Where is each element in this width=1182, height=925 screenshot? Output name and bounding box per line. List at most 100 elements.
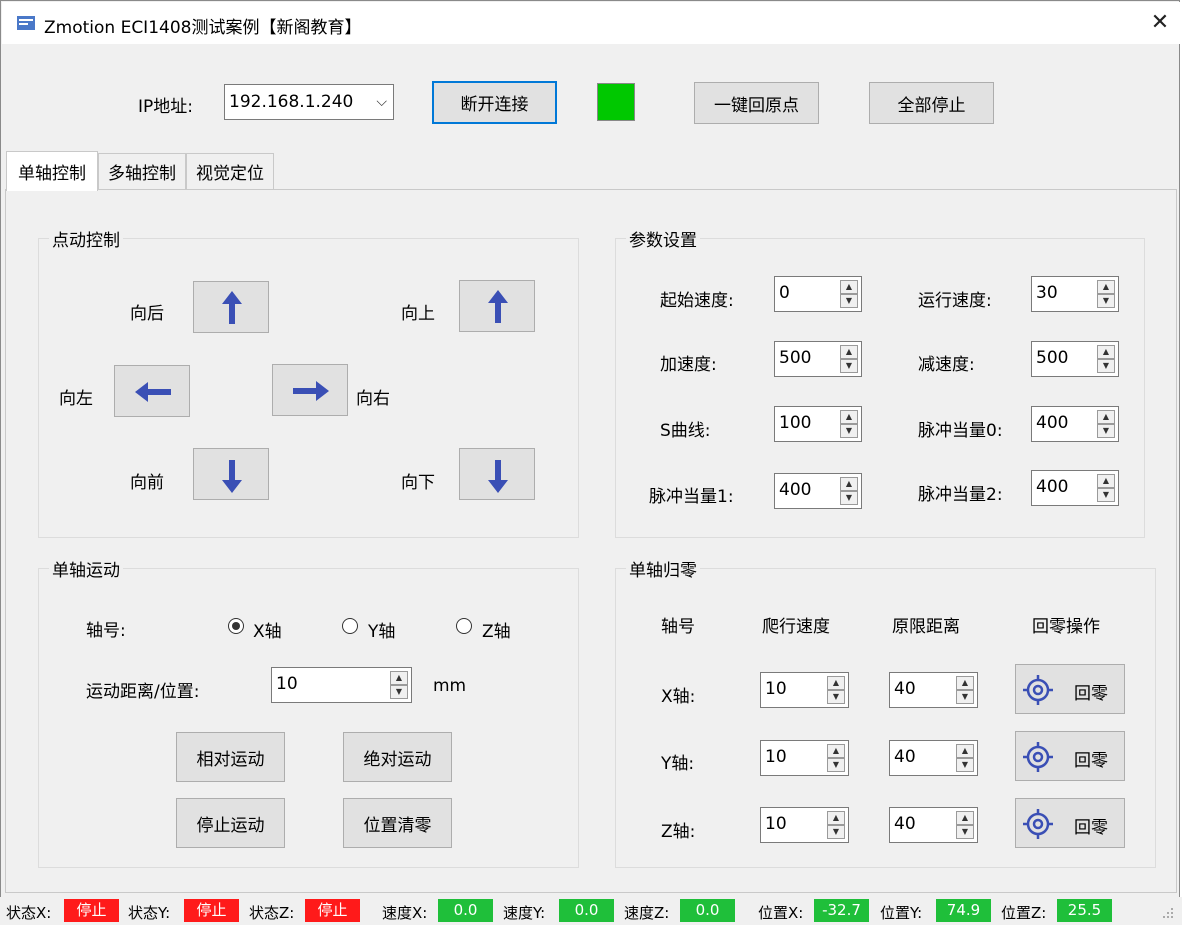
accel-spinbox[interactable]: 500 ▲ ▼ [774, 341, 862, 377]
pos-z-label: 位置Z: [1001, 904, 1047, 922]
spin-up-icon[interactable]: ▲ [1097, 474, 1115, 488]
spin-value: 400 [1036, 477, 1069, 497]
distance-unit: mm [433, 676, 467, 696]
spin-up-icon[interactable]: ▲ [840, 345, 858, 359]
jog-back-button[interactable] [193, 281, 269, 333]
spin-up-icon[interactable]: ▲ [840, 477, 858, 491]
jog-up-button[interactable] [459, 280, 535, 332]
axis-z-radio[interactable] [456, 618, 472, 634]
state-z-badge: 停止 [305, 899, 360, 922]
spin-up-icon[interactable]: ▲ [840, 410, 858, 424]
spin-value: 40 [894, 679, 916, 699]
jog-up-label: 向上 [401, 304, 435, 324]
decel-spinbox[interactable]: 500 ▲ ▼ [1031, 341, 1119, 377]
distance-spinbox[interactable]: 10 ▲ ▼ [271, 667, 412, 703]
stop-all-button[interactable]: 全部停止 [869, 82, 994, 124]
disconnect-button[interactable]: 断开连接 [432, 81, 557, 124]
spin-down-icon[interactable]: ▼ [956, 690, 974, 704]
arrow-down-icon [488, 460, 508, 493]
spin-up-icon[interactable]: ▲ [956, 811, 974, 825]
resize-grip-icon[interactable] [1160, 905, 1174, 919]
relative-move-button[interactable]: 相对运动 [176, 732, 285, 782]
spin-down-icon[interactable]: ▼ [1097, 359, 1115, 373]
tab-vision[interactable]: 视觉定位 [186, 153, 274, 189]
spin-up-icon[interactable]: ▲ [827, 744, 845, 758]
spin-down-icon[interactable]: ▼ [956, 825, 974, 839]
spin-up-icon[interactable]: ▲ [827, 811, 845, 825]
axis-y-label[interactable]: Y轴 [368, 617, 395, 642]
run-speed-spinbox[interactable]: 30 ▲ ▼ [1031, 276, 1119, 312]
home-z-button[interactable]: 回零 [1015, 798, 1125, 848]
axis-y-radio[interactable] [342, 618, 358, 634]
spin-value: 400 [1036, 413, 1069, 433]
spin-down-icon[interactable]: ▼ [1097, 488, 1115, 502]
pulse-equiv-2-spinbox[interactable]: 400 ▲ ▼ [1031, 470, 1119, 506]
radio-dot [232, 622, 240, 630]
spin-down-icon[interactable]: ▼ [827, 758, 845, 772]
arrow-up-icon [222, 291, 242, 324]
pulse-equiv-0-spinbox[interactable]: 400 ▲ ▼ [1031, 406, 1119, 442]
pulse-equiv-1-spinbox[interactable]: 400 ▲ ▼ [774, 473, 862, 509]
pos-x-label: 位置X: [758, 904, 804, 922]
homing-speed-spinbox[interactable]: 10 ▲ ▼ [760, 740, 849, 776]
absolute-move-button[interactable]: 绝对运动 [343, 732, 452, 782]
stop-move-button[interactable]: 停止运动 [176, 798, 285, 848]
spin-down-icon[interactable]: ▼ [840, 359, 858, 373]
spin-up-icon[interactable]: ▲ [1097, 280, 1115, 294]
spin-value: 10 [765, 814, 787, 834]
s-curve-spinbox[interactable]: 100 ▲ ▼ [774, 406, 862, 442]
spin-down-icon[interactable]: ▼ [390, 685, 408, 699]
spin-value: 30 [1036, 283, 1058, 303]
ip-label: IP地址: [138, 97, 193, 117]
spin-down-icon[interactable]: ▼ [840, 424, 858, 438]
title-bar: Zmotion ECI1408测试案例【新阁教育】 ✕ [2, 2, 1180, 44]
clear-position-button[interactable]: 位置清零 [343, 798, 452, 848]
homing-distance-spinbox[interactable]: 40 ▲ ▼ [889, 740, 978, 776]
spin-down-icon[interactable]: ▼ [827, 690, 845, 704]
homing-header: 原限距离 [892, 617, 960, 637]
tab-single-axis[interactable]: 单轴控制 [6, 151, 98, 191]
home-button-label: 回零 [1074, 818, 1108, 838]
axis-x-label[interactable]: X轴 [253, 617, 282, 642]
params-group-title: 参数设置 [626, 226, 700, 251]
jog-group-title: 点动控制 [49, 226, 123, 251]
home-all-button[interactable]: 一键回原点 [694, 82, 819, 124]
tab-multi-axis[interactable]: 多轴控制 [98, 153, 186, 189]
ip-address-combo[interactable]: 192.168.1.240 ⌵ [224, 84, 394, 120]
homing-distance-spinbox[interactable]: 40 ▲ ▼ [889, 807, 978, 843]
spin-up-icon[interactable]: ▲ [956, 676, 974, 690]
spin-up-icon[interactable]: ▲ [1097, 345, 1115, 359]
spin-down-icon[interactable]: ▼ [1097, 294, 1115, 308]
spin-down-icon[interactable]: ▼ [840, 294, 858, 308]
jog-down-button[interactable] [459, 448, 535, 500]
pos-y-label: 位置Y: [880, 904, 923, 922]
spin-down-icon[interactable]: ▼ [840, 491, 858, 505]
spin-up-icon[interactable]: ▲ [390, 671, 408, 685]
spin-down-icon[interactable]: ▼ [956, 758, 974, 772]
start-speed-spinbox[interactable]: 0 ▲ ▼ [774, 276, 862, 312]
close-button[interactable]: ✕ [1142, 6, 1178, 40]
jog-down-label: 向下 [401, 473, 435, 493]
homing-speed-spinbox[interactable]: 10 ▲ ▼ [760, 807, 849, 843]
jog-right-button[interactable] [272, 364, 348, 416]
spin-down-icon[interactable]: ▼ [827, 825, 845, 839]
axis-x-radio[interactable] [228, 618, 244, 634]
spin-down-icon[interactable]: ▼ [1097, 424, 1115, 438]
axis-z-label[interactable]: Z轴 [482, 617, 511, 642]
home-x-button[interactable]: 回零 [1015, 664, 1125, 714]
chevron-down-icon[interactable]: ⌵ [376, 85, 387, 119]
spin-up-icon[interactable]: ▲ [827, 676, 845, 690]
jog-left-button[interactable] [114, 365, 190, 417]
window-title: Zmotion ECI1408测试案例【新阁教育】 [44, 18, 362, 38]
home-y-button[interactable]: 回零 [1015, 731, 1125, 781]
state-y-label: 状态Y: [128, 904, 171, 922]
spin-up-icon[interactable]: ▲ [840, 280, 858, 294]
speed-y-value: 0.0 [559, 899, 614, 922]
param-label: S曲线: [660, 421, 711, 441]
spin-up-icon[interactable]: ▲ [956, 744, 974, 758]
spin-up-icon[interactable]: ▲ [1097, 410, 1115, 424]
home-button-label: 回零 [1074, 751, 1108, 771]
homing-distance-spinbox[interactable]: 40 ▲ ▼ [889, 672, 978, 708]
homing-speed-spinbox[interactable]: 10 ▲ ▼ [760, 672, 849, 708]
jog-front-button[interactable] [193, 448, 269, 500]
